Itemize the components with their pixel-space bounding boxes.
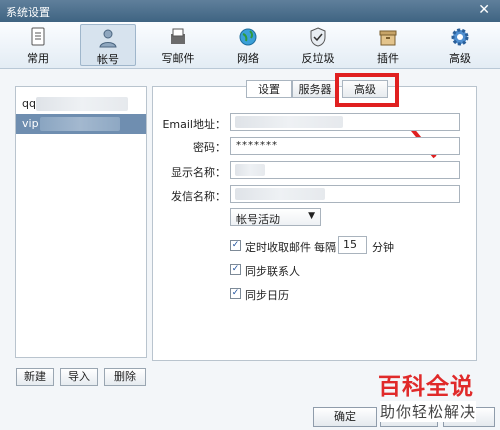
- password-label: 密码：: [193, 141, 226, 154]
- tab-server[interactable]: 服务器: [292, 80, 338, 98]
- blurred-text: [235, 164, 265, 176]
- import-account-button[interactable]: 导入: [60, 368, 98, 386]
- email-field[interactable]: [230, 113, 460, 131]
- sender-name-label: 发信名称：: [171, 190, 226, 203]
- highlight-box: [335, 73, 399, 107]
- list-item[interactable]: qq: [16, 94, 146, 114]
- toolbar-label: 常用: [27, 52, 49, 65]
- account-label: vip: [22, 117, 39, 130]
- watermark-subtitle: 助你轻松解决: [380, 401, 477, 422]
- toolbar-label: 插件: [377, 52, 399, 65]
- toolbar-network[interactable]: 网络: [220, 24, 276, 66]
- interval-unit: 分钟: [372, 241, 394, 254]
- delete-account-button[interactable]: 删除: [104, 368, 146, 386]
- chevron-down-icon: ▼: [308, 211, 315, 221]
- toolbar-compose[interactable]: 写邮件: [150, 24, 206, 66]
- sync-contacts-label: 同步联系人: [245, 265, 300, 278]
- interval-prefix: 每隔: [314, 241, 336, 254]
- compose-icon: [171, 28, 185, 44]
- sync-calendar-checkbox[interactable]: ✓: [230, 288, 241, 299]
- account-label: qq: [22, 97, 36, 110]
- toolbar-label: 网络: [237, 52, 259, 65]
- new-account-button[interactable]: 新建: [16, 368, 54, 386]
- ok-button[interactable]: 确定: [313, 407, 377, 427]
- display-name-field[interactable]: [230, 161, 460, 179]
- user-icon: [99, 29, 117, 48]
- blurred-text: [235, 188, 325, 200]
- toolbar-antispam[interactable]: 反垃圾: [290, 24, 346, 66]
- globe-icon: [239, 28, 257, 46]
- window-title: 系统设置: [6, 6, 50, 19]
- sender-name-field[interactable]: [230, 185, 460, 203]
- toolbar-label: 高级: [449, 52, 471, 65]
- toolbar-account[interactable]: 帐号: [80, 24, 136, 66]
- box-icon: [379, 30, 397, 46]
- document-icon: [31, 27, 45, 46]
- blurred-text: [235, 116, 343, 128]
- toolbar-advanced[interactable]: 高级: [432, 24, 488, 66]
- gear-icon: [451, 28, 469, 46]
- sync-calendar-label: 同步日历: [245, 289, 289, 302]
- auto-fetch-checkbox[interactable]: ✓: [230, 240, 241, 251]
- watermark-title: 百科全说: [378, 374, 474, 400]
- email-label: Email地址：: [162, 118, 226, 131]
- blurred-text: [36, 97, 128, 111]
- watermark: 百科全说 助你轻松解决: [370, 367, 500, 430]
- close-icon[interactable]: ✕: [478, 2, 490, 18]
- interval-input[interactable]: 15: [338, 236, 367, 254]
- list-item[interactable]: vip: [16, 114, 146, 134]
- sync-contacts-checkbox[interactable]: ✓: [230, 264, 241, 275]
- account-status-select[interactable]: 帐号活动 ▼: [230, 208, 321, 226]
- toolbar-label: 反垃圾: [301, 52, 335, 65]
- password-field[interactable]: *******: [230, 137, 460, 155]
- toolbar-label: 写邮件: [161, 52, 195, 65]
- shield-icon: [310, 27, 326, 47]
- toolbar-general[interactable]: 常用: [10, 24, 66, 66]
- auto-fetch-label: 定时收取邮件: [245, 241, 311, 254]
- password-value: *******: [236, 140, 278, 151]
- display-name-label: 显示名称：: [171, 166, 226, 179]
- tab-settings[interactable]: 设置: [246, 80, 292, 98]
- settings-window: 系统设置 ✕ 常用 帐号 写邮件 网络 反垃圾 插件 高级 qq vip 新建 …: [0, 0, 500, 430]
- blurred-text: [40, 117, 120, 131]
- toolbar-label: 帐号: [97, 53, 119, 66]
- settings-toolbar: 常用 帐号 写邮件 网络 反垃圾 插件 高级: [0, 22, 500, 69]
- select-value: 帐号活动: [236, 213, 280, 226]
- toolbar-plugins[interactable]: 插件: [360, 24, 416, 66]
- title-bar: 系统设置 ✕: [0, 0, 500, 22]
- account-list[interactable]: qq vip: [15, 86, 147, 358]
